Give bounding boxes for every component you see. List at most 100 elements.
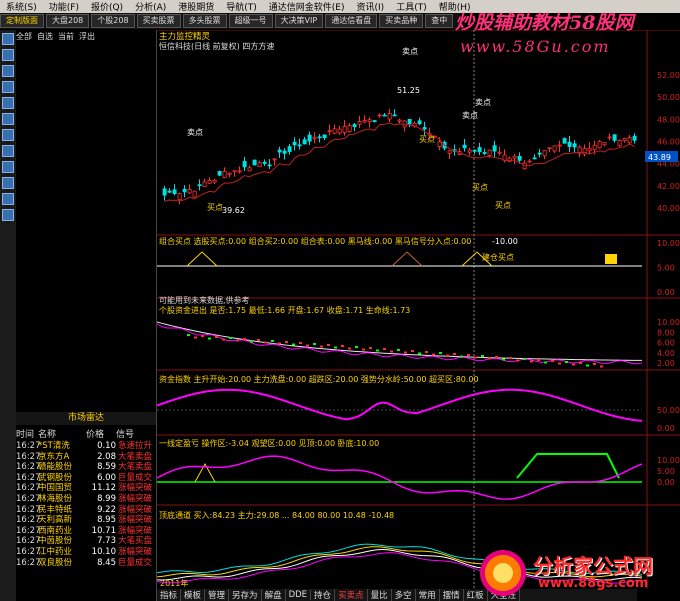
- toolbar-tab-7[interactable]: 通达信看盘: [325, 14, 378, 28]
- side-tool-icon[interactable]: [2, 177, 14, 189]
- side-tool-icon[interactable]: [2, 209, 14, 221]
- candle-body: [202, 181, 207, 187]
- candle-body: [537, 152, 542, 155]
- side-tool-icon[interactable]: [2, 33, 14, 45]
- candle-body: [462, 144, 467, 149]
- p3-tick-bar: [257, 339, 260, 341]
- bottom-tab-2[interactable]: 管理: [205, 589, 230, 601]
- left-tab-2[interactable]: 当前: [58, 31, 74, 42]
- menu-item-1[interactable]: 功能(F): [43, 0, 85, 13]
- p3-tick-bar: [432, 353, 435, 356]
- side-tool-icon[interactable]: [2, 145, 14, 157]
- radar-cell-0: 16:27: [16, 462, 41, 473]
- candle-body: [362, 120, 367, 123]
- left-tabs: 全部 自选 当前 浮出: [16, 30, 156, 42]
- side-tool-icon[interactable]: [2, 81, 14, 93]
- bottom-tab-5[interactable]: DDE: [286, 590, 312, 600]
- menu-item-8[interactable]: 工具(T): [390, 0, 433, 13]
- radar-headers: 时间 名称 价格 信号: [16, 427, 156, 440]
- bottom-tab-10[interactable]: 常用: [416, 589, 440, 601]
- chart-canvas[interactable]: 主力监控精灵恒信科技(日线 前复权) 四方方速组合买点 选股买点:0.00 组合…: [157, 30, 680, 601]
- left-tab-0[interactable]: 全部: [16, 31, 32, 42]
- toolbar-tab-1[interactable]: 大盘208: [46, 14, 90, 28]
- candle-body: [387, 113, 392, 120]
- candle-body: [337, 128, 342, 134]
- side-tool-icon[interactable]: [2, 97, 14, 109]
- bottom-tab-4[interactable]: 解盘: [262, 589, 286, 601]
- bottom-tab-9[interactable]: 多空: [392, 589, 416, 601]
- menu-item-6[interactable]: 通达信网金软件(E): [263, 0, 351, 13]
- left-tab-1[interactable]: 自选: [37, 31, 53, 42]
- left-tab-3[interactable]: 浮出: [79, 31, 95, 42]
- side-tool-icon[interactable]: [2, 65, 14, 77]
- candle-body: [237, 170, 242, 173]
- menu-item-2[interactable]: 报价(Q): [85, 0, 129, 13]
- radar-cell-1: 武钢股份: [38, 472, 73, 483]
- side-tool-icon[interactable]: [2, 113, 14, 125]
- chart-area[interactable]: 主力监控精灵 恒信科技(日线 前复权) 四方方速 组合买点 选股买点:0.00 组合…: [157, 30, 680, 601]
- toolbar-tab-4[interactable]: 多头股票: [182, 14, 227, 28]
- p2-signal-triangle: [186, 251, 218, 267]
- p3-tick-bar: [460, 355, 463, 358]
- p3-tick-bar: [292, 343, 295, 346]
- p3-tick-bar: [495, 356, 498, 358]
- radar-row[interactable]: 16:27 赣能股份 8.59 大笔卖盘: [16, 462, 156, 473]
- left-panel: 全部 自选 当前 浮出 市场雷达 时间 名称 价格 信号 16:27 *ST清洗 0.10 急速拉…: [16, 30, 157, 601]
- radar-row[interactable]: 16:27 民丰特纸 9.22 涨幅突破: [16, 505, 156, 516]
- side-tool-icon[interactable]: [2, 193, 14, 205]
- current-price: 43.89: [648, 153, 671, 162]
- toolbar-tab-2[interactable]: 个股208: [91, 14, 135, 28]
- candle-body: [422, 127, 427, 130]
- y-tick: 2.00: [657, 359, 675, 368]
- menu-item-4[interactable]: 港股期货: [172, 0, 220, 13]
- menu-item-7[interactable]: 资讯(I): [351, 0, 391, 13]
- bottom-tab-1[interactable]: 模板: [181, 589, 206, 601]
- p3-tick-bar: [586, 364, 589, 367]
- side-tool-icon[interactable]: [2, 129, 14, 141]
- radar-row[interactable]: 16:27 中茵股份 7.73 大笔买盘: [16, 536, 156, 547]
- candle-body: [552, 145, 557, 152]
- radar-cell-3: 大笔买盘: [118, 536, 153, 547]
- toolbar-tab-5[interactable]: 超级一号: [228, 14, 273, 28]
- menu-item-0[interactable]: 系统(S): [0, 0, 43, 13]
- menu-item-5[interactable]: 导航(T): [220, 0, 263, 13]
- radar-row[interactable]: 16:27 武钢股份 6.00 巨量成交: [16, 473, 156, 484]
- bottom-tab-0[interactable]: 指标: [157, 589, 182, 601]
- p3-tick-bar: [425, 351, 428, 353]
- menu-item-3[interactable]: 分析(A): [129, 0, 172, 13]
- toolbar-tab-0[interactable]: 定制版面: [0, 14, 44, 28]
- radar-cell-2: 9.22: [97, 504, 116, 515]
- bottom-tab-7[interactable]: 买卖点: [335, 589, 368, 601]
- toolbar-tab-9[interactable]: 查中: [425, 14, 454, 28]
- radar-row[interactable]: 16:27 林海股份 8.99 涨幅突破: [16, 494, 156, 505]
- bottom-tab-11[interactable]: 摆情: [440, 589, 464, 601]
- radar-title: 市场雷达: [16, 412, 156, 425]
- radar-cell-1: 江中药业: [38, 546, 73, 557]
- candle-body: [302, 139, 307, 145]
- p3-tick-bar: [369, 347, 372, 349]
- radar-row[interactable]: 16:27 西南药业 10.71 涨幅突破: [16, 526, 156, 537]
- radar-row[interactable]: 16:27 *ST清洗 0.10 急速拉升: [16, 441, 156, 452]
- radar-cell-2: 8.99: [97, 493, 116, 504]
- p3-tick-bar: [201, 335, 204, 337]
- p3-line-magenta: [157, 323, 643, 365]
- radar-row[interactable]: 16:27 江中药业 10.10 涨幅突破: [16, 547, 156, 558]
- p3-tick-bar: [236, 339, 239, 342]
- radar-row[interactable]: 16:27 中国国贸 11.12 涨幅突破: [16, 483, 156, 494]
- bottom-tab-6[interactable]: 持仓: [311, 589, 336, 601]
- toolbar-tab-6[interactable]: 大决策VIP: [274, 14, 324, 28]
- p3-tick-bar: [271, 340, 274, 342]
- radar-cell-3: 巨量成交: [118, 472, 153, 483]
- side-tool-icon[interactable]: [2, 49, 14, 61]
- radar-row[interactable]: 16:27 天利高新 8.95 涨幅突破: [16, 515, 156, 526]
- bottom-tab-8[interactable]: 量比: [368, 589, 392, 601]
- bottom-tab-3[interactable]: 另存为: [229, 589, 262, 601]
- radar-row[interactable]: 16:27 京东方A 2.08 大笔卖盘: [16, 452, 156, 463]
- side-tool-icon[interactable]: [2, 161, 14, 173]
- candle-body: [322, 134, 327, 139]
- radar-row[interactable]: 16:27 双良股份 8.45 巨量成交: [16, 558, 156, 569]
- p3-tick-bar: [397, 349, 400, 351]
- toolbar-tab-3[interactable]: 买卖股票: [136, 14, 181, 28]
- candle-body: [342, 125, 347, 133]
- toolbar-tab-8[interactable]: 买卖品种: [379, 14, 424, 28]
